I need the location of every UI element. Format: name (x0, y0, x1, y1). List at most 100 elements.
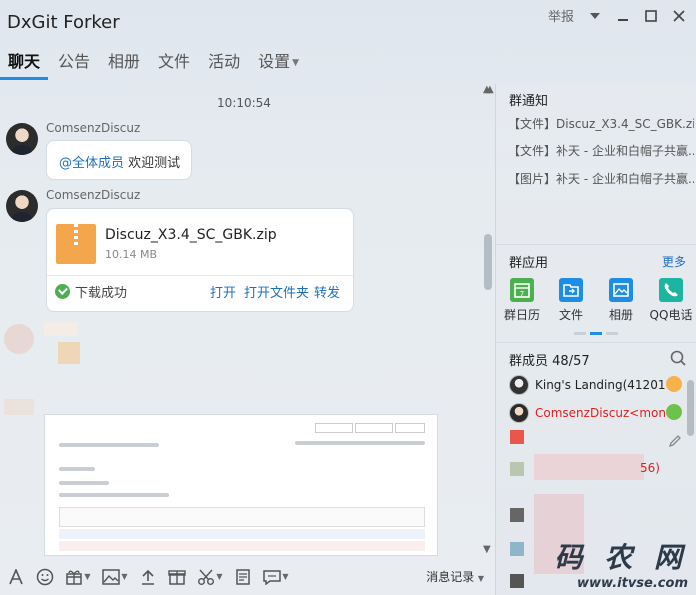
minimize-icon[interactable] (616, 8, 630, 24)
app-label: QQ电话 (649, 308, 693, 322)
forward-link[interactable]: 转发 (314, 282, 340, 301)
close-icon[interactable] (672, 8, 686, 24)
member-item[interactable]: ComsenzDiscuz<monkey@...> (509, 403, 665, 423)
sender-name: ComsenzDiscuz (46, 188, 141, 202)
phone-icon (659, 278, 683, 302)
message-timestamp: 10:10:54 (217, 96, 271, 110)
app-label: 相册 (608, 308, 633, 322)
app-label: 文件 (558, 308, 583, 322)
scroll-down-icon[interactable]: ▼ (483, 544, 491, 555)
zip-file-icon (56, 224, 96, 264)
image-detail (59, 493, 169, 497)
image-detail (315, 423, 353, 433)
window-controls: 举报 (548, 6, 686, 25)
page-indicator (574, 332, 618, 335)
app-files[interactable]: 文件 (546, 278, 596, 323)
tab-activity[interactable]: 活动 (200, 48, 248, 80)
member-item[interactable]: King's Landing(412016328) (509, 375, 665, 395)
watermark-text: 码 农 网 (554, 541, 688, 574)
chat-bubble-icon[interactable]: ▼ (260, 565, 292, 589)
image-detail (395, 423, 425, 433)
search-icon[interactable] (670, 350, 686, 369)
tab-album[interactable]: 相册 (100, 48, 148, 80)
avatar[interactable] (6, 190, 38, 222)
photo-icon (609, 278, 633, 302)
image-message[interactable] (44, 414, 438, 556)
image-icon[interactable]: ▼ (99, 565, 131, 589)
tab-chat[interactable]: 聊天 (0, 48, 49, 80)
app-album[interactable]: 相册 (596, 278, 646, 323)
message-bubble[interactable]: @全体成员 欢迎测试 (46, 140, 192, 180)
chevron-down-icon: ▼ (282, 572, 289, 581)
mention-all[interactable]: @全体成员 (59, 156, 124, 171)
app-calendar[interactable]: 7 群日历 (497, 278, 547, 323)
notice-item[interactable]: 【图片】补天 - 企业和白帽子共赢... (508, 170, 694, 187)
folder-icon (559, 278, 583, 302)
tab-announcement[interactable]: 公告 (50, 48, 98, 80)
image-detail (59, 541, 425, 551)
tab-settings[interactable]: 设置 ▼ (250, 48, 307, 80)
open-folder-link[interactable]: 打开文件夹 (244, 282, 309, 301)
upload-icon[interactable] (136, 565, 160, 589)
chat-scrollbar[interactable] (484, 234, 492, 290)
edit-icon[interactable] (668, 434, 682, 451)
calendar-icon: 7 (510, 278, 534, 302)
blurred-block (510, 508, 524, 522)
input-toolbar: ▼ ▼ ▼ ▼ 消息记录 ▼ (0, 558, 494, 595)
chevron-down-icon[interactable] (588, 8, 602, 24)
page-dot[interactable] (574, 332, 586, 335)
message-text: @全体成员 欢迎测试 (59, 152, 180, 171)
blurred-block (44, 322, 78, 336)
divider (496, 244, 696, 245)
chevron-down-icon: ▼ (292, 57, 300, 68)
notice-item[interactable]: 【文件】补天 - 企业和白帽子共赢... (508, 142, 694, 159)
download-status-text: 下载成功 (75, 286, 128, 301)
sender-name: ComsenzDiscuz (46, 121, 141, 135)
apps-more-link[interactable]: 更多 (662, 253, 686, 270)
member-name: King's Landing(412016328) (535, 378, 665, 392)
member-scrollbar[interactable] (687, 380, 694, 436)
scissors-icon[interactable]: ▼ (194, 565, 226, 589)
check-circle-icon (55, 284, 70, 299)
open-file-link[interactable]: 打开 (210, 282, 236, 301)
page-dot[interactable] (606, 332, 618, 335)
image-detail (295, 441, 425, 445)
scroll-up-icon[interactable]: ▲ (486, 84, 494, 95)
chevron-down-icon: ▼ (121, 572, 128, 581)
image-detail (59, 507, 425, 527)
download-status: 下载成功 (55, 282, 127, 301)
screen-record-icon[interactable] (231, 565, 255, 589)
blurred-block (58, 342, 80, 364)
watermark-url: www.itvse.com (577, 576, 688, 591)
notice-item[interactable]: 【文件】Discuz_X3.4_SC_GBK.zip (508, 115, 694, 132)
blurred-block (510, 430, 524, 444)
file-message[interactable]: Discuz_X3.4_SC_GBK.zip 10.14 MB 下载成功 打开 … (46, 208, 354, 312)
image-detail (59, 443, 159, 447)
report-button[interactable]: 举报 (548, 6, 574, 25)
member-name: ComsenzDiscuz<monkey@...> (535, 406, 665, 420)
chevron-down-icon: ▼ (84, 572, 91, 581)
emoji-icon[interactable] (33, 565, 57, 589)
avatar (509, 403, 529, 423)
image-detail (59, 529, 425, 539)
avatar[interactable] (6, 123, 38, 155)
file-size: 10.14 MB (105, 248, 158, 261)
tab-bar: 聊天 公告 相册 文件 活动 设置 ▼ (0, 48, 309, 80)
blurred-avatar (4, 324, 34, 354)
blurred-block (510, 574, 524, 588)
package-icon[interactable] (165, 565, 189, 589)
page-dot-active[interactable] (590, 332, 602, 335)
chat-area[interactable]: 10:10:54 ▲ ComsenzDiscuz @全体成员 欢迎测试 Coms… (0, 84, 494, 556)
tab-settings-label: 设置 (258, 52, 291, 71)
app-qq-call[interactable]: QQ电话 (646, 278, 696, 323)
gift-icon[interactable]: ▼ (62, 565, 94, 589)
font-icon[interactable] (4, 565, 28, 589)
message-history-button[interactable]: 消息记录 ▼ (426, 568, 484, 585)
message-body: 欢迎测试 (128, 156, 181, 171)
maximize-icon[interactable] (644, 8, 658, 24)
members-title: 群成员 48/57 (509, 350, 590, 369)
members-title-label: 群成员 (509, 354, 549, 369)
file-name: Discuz_X3.4_SC_GBK.zip (105, 227, 277, 243)
divider (47, 275, 353, 276)
tab-files[interactable]: 文件 (150, 48, 198, 80)
